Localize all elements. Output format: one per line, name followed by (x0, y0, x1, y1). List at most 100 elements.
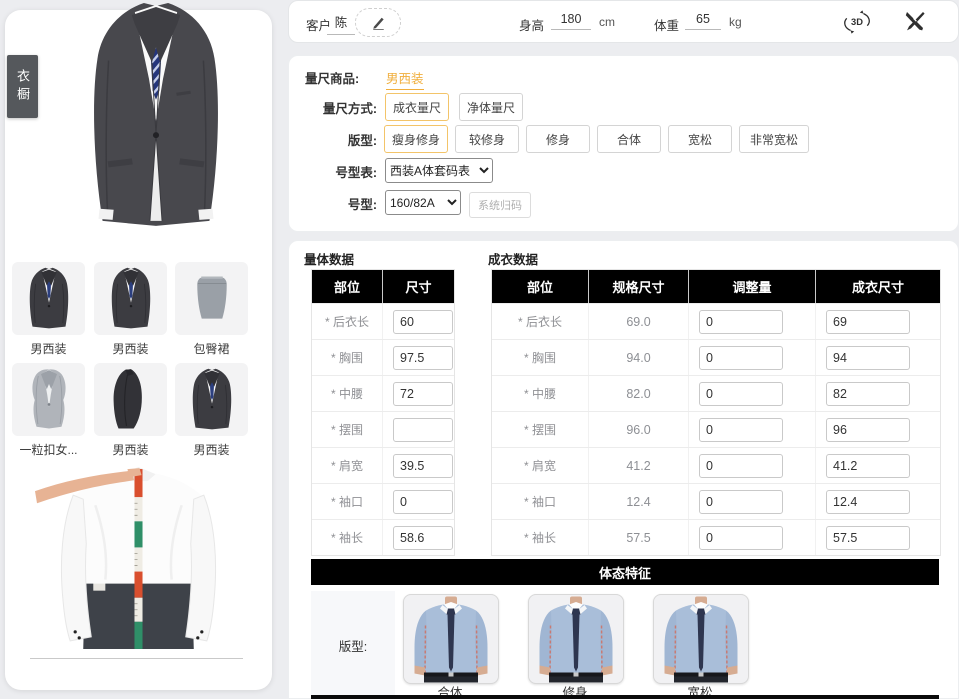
table-row: * 袖长 (312, 519, 454, 555)
customer-topbar: 客户 陈 身高 180 cm 体重 65 kg (288, 0, 959, 43)
table-row: * 袖口 12.4 (492, 483, 940, 519)
adjust-input[interactable] (699, 346, 783, 370)
wardrobe-item-3[interactable]: 包臀裙 (175, 262, 248, 357)
wardrobe-tab-label: 衣橱 (13, 69, 32, 105)
part-label: * 中腰 (524, 385, 556, 402)
table-row: * 摆围 96.0 (492, 411, 940, 447)
fit-option-3[interactable]: 修身 (526, 125, 590, 153)
part-label: * 摆围 (331, 421, 363, 438)
adjust-input[interactable] (699, 526, 783, 550)
measure-options-panel: 量尺商品: 男西装 量尺方式: 成衣量尺 净体量尺 版型: 瘦身修身 较修身 修… (288, 55, 959, 232)
fit-option-5[interactable]: 宽松 (668, 125, 732, 153)
height-field[interactable]: 180 (551, 12, 591, 30)
method-option-finished[interactable]: 成衣量尺 (385, 93, 449, 121)
adjust-input[interactable] (699, 382, 783, 406)
table-row: * 袖长 57.5 (492, 519, 940, 555)
fit-option-2[interactable]: 较修身 (455, 125, 519, 153)
posture-section-header: 体态特征 (311, 559, 939, 585)
wardrobe-item-1[interactable]: 男西装 (12, 262, 85, 357)
weight-unit: kg (729, 15, 742, 29)
fit-option-4[interactable]: 合体 (597, 125, 661, 153)
method-label: 量尺方式: (305, 98, 377, 117)
header-size: 尺寸 (383, 270, 454, 303)
table-row: * 肩宽 (312, 447, 454, 483)
posture-fit-option-loose[interactable] (653, 594, 749, 684)
table-row: * 胸围 94.0 (492, 339, 940, 375)
wardrobe-item-label: 男西装 (175, 441, 248, 458)
back-measurement-photo (35, 465, 241, 651)
customer-name-field[interactable]: 陈 (327, 12, 355, 35)
final-size-input[interactable] (826, 454, 910, 478)
spec-value: 94.0 (626, 351, 650, 365)
adjust-input[interactable] (699, 454, 783, 478)
product-link[interactable]: 男西装 (386, 68, 424, 90)
3d-rotate-icon[interactable] (843, 9, 871, 40)
garment-table-title: 成衣数据 (488, 249, 538, 268)
fit-option-1[interactable]: 瘦身修身 (384, 125, 448, 153)
part-label: * 肩宽 (331, 457, 363, 474)
wardrobe-item-label: 一粒扣女... (12, 441, 85, 458)
next-section-header-partial (311, 695, 939, 699)
spec-value: 41.2 (626, 459, 650, 473)
wardrobe-item-5[interactable]: 男西装 (94, 363, 167, 458)
shirt-fit-photo (529, 595, 623, 683)
pencil-icon (371, 15, 386, 30)
adjust-input[interactable] (699, 310, 783, 334)
garment-table: 部位 规格尺寸 调整量 成衣尺寸 * 后衣长 69.0 * 胸围 94.0 * … (491, 269, 941, 556)
wardrobe-item-6[interactable]: 男西装 (175, 363, 248, 458)
body-size-input[interactable] (393, 490, 453, 514)
final-size-input[interactable] (826, 526, 910, 550)
wardrobe-item-label: 包臀裙 (175, 340, 248, 357)
suit-front-thumbnail (12, 262, 85, 335)
header-part: 部位 (312, 270, 383, 303)
table-row: * 后衣长 69.0 (492, 303, 940, 339)
final-size-input[interactable] (826, 490, 910, 514)
body-table-title: 量体数据 (304, 249, 354, 268)
part-label: * 肩宽 (524, 457, 556, 474)
shirt-fit-photo (404, 595, 498, 683)
body-size-input[interactable] (393, 418, 453, 442)
adjust-input[interactable] (699, 418, 783, 442)
final-size-input[interactable] (826, 382, 910, 406)
height-unit: cm (599, 15, 615, 29)
final-size-input[interactable] (826, 418, 910, 442)
table-row: * 袖口 (312, 483, 454, 519)
app-window: 男西装 男西装 包臀裙 一粒扣女... 男西装 男西装 衣橱 (0, 0, 959, 699)
wardrobe-item-4[interactable]: 一粒扣女... (12, 363, 85, 458)
height-label: 身高 (519, 15, 544, 34)
body-size-input[interactable] (393, 526, 453, 550)
system-code-button[interactable]: 系统归码 (469, 192, 531, 218)
part-label: * 后衣长 (518, 313, 562, 330)
edit-customer-button[interactable] (355, 8, 401, 37)
header-adjust: 调整量 (689, 270, 816, 303)
part-label: * 袖长 (331, 529, 363, 546)
skirt-thumbnail (175, 262, 248, 335)
wardrobe-item-label: 男西装 (94, 441, 167, 458)
wardrobe-item-2[interactable]: 男西装 (94, 262, 167, 357)
body-size-input[interactable] (393, 382, 453, 406)
posture-fit-option-slim[interactable] (528, 594, 624, 684)
part-label: * 袖口 (331, 493, 363, 510)
fit-option-6[interactable]: 非常宽松 (739, 125, 809, 153)
table-header-row: 部位 规格尺寸 调整量 成衣尺寸 (492, 270, 940, 303)
final-size-input[interactable] (826, 346, 910, 370)
part-label: * 后衣长 (325, 313, 369, 330)
final-size-input[interactable] (826, 310, 910, 334)
body-size-input[interactable] (393, 310, 453, 334)
spec-value: 82.0 (626, 387, 650, 401)
adjust-input[interactable] (699, 490, 783, 514)
method-option-body[interactable]: 净体量尺 (459, 93, 523, 121)
body-size-input[interactable] (393, 454, 453, 478)
body-size-input[interactable] (393, 346, 453, 370)
size-select[interactable]: 160/82A (385, 190, 461, 215)
size-chart-select[interactable]: 西装A体套码表 (385, 158, 493, 183)
design-tools-icon[interactable] (903, 9, 927, 38)
women-jacket-thumbnail (12, 363, 85, 436)
posture-fit-option-regular[interactable] (403, 594, 499, 684)
table-header-row: 部位 尺寸 (312, 270, 454, 303)
wardrobe-tab[interactable]: 衣橱 (7, 55, 38, 118)
spec-value: 12.4 (626, 495, 650, 509)
weight-field[interactable]: 65 (685, 12, 721, 30)
suit-front-thumbnail (94, 262, 167, 335)
spec-value: 57.5 (626, 531, 650, 545)
